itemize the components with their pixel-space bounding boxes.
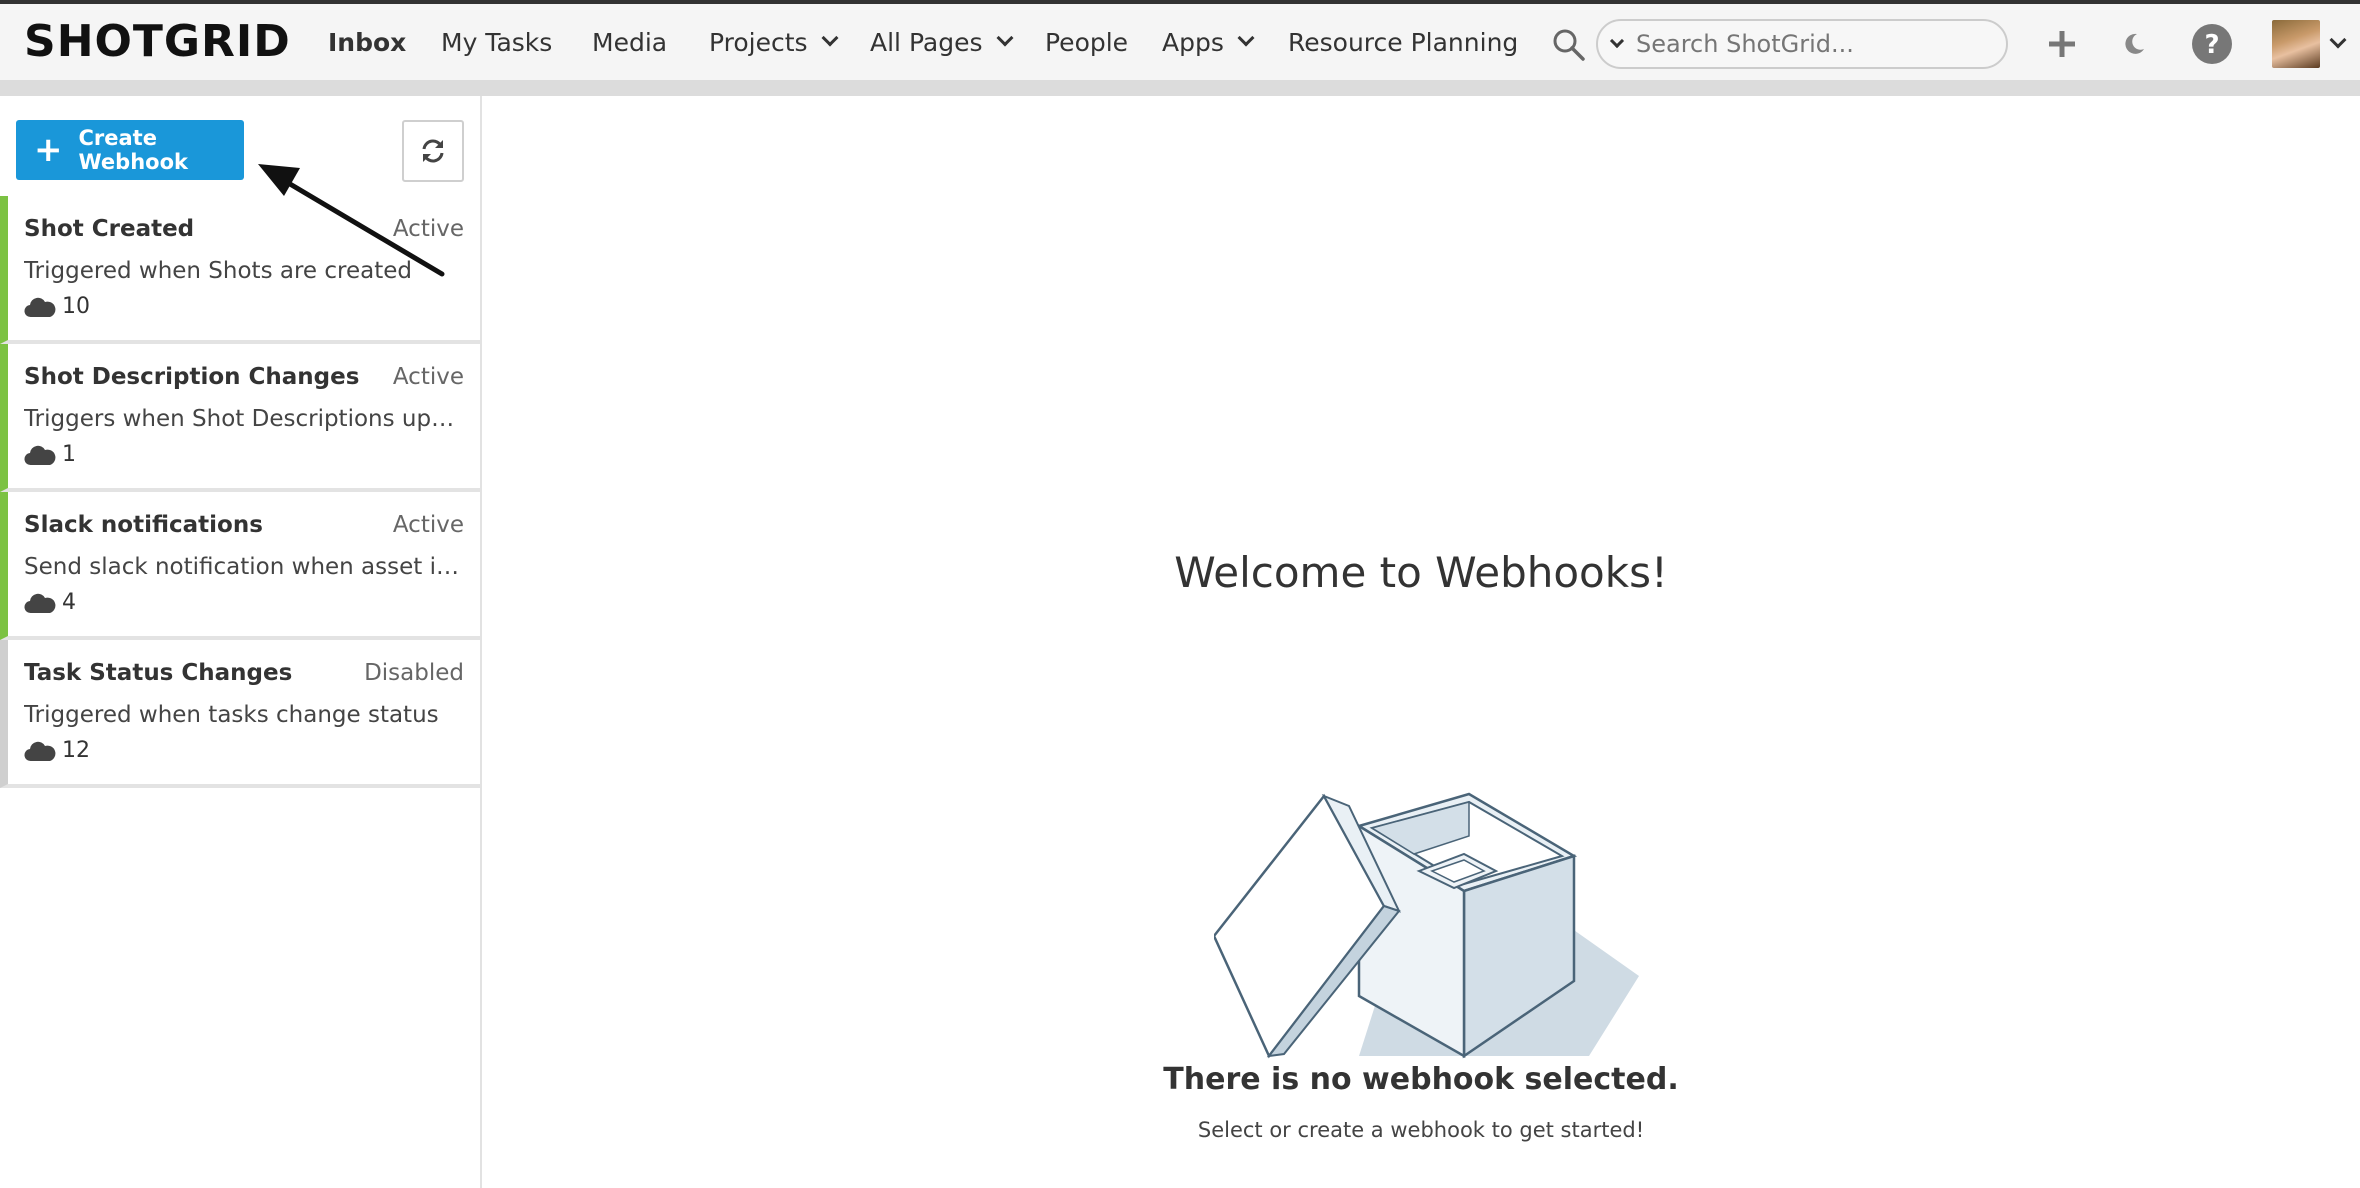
webhook-list-item[interactable]: Shot Description Changes Active Triggers… xyxy=(0,344,480,492)
create-webhook-label: Create Webhook xyxy=(78,126,188,174)
nav-item-label: All Pages xyxy=(870,27,983,57)
webhook-count-row: 1 xyxy=(24,442,76,467)
cloud-icon xyxy=(24,445,56,465)
nav-item-apps[interactable]: Apps xyxy=(1162,4,1255,80)
webhook-description: Send slack notification when asset is cr… xyxy=(24,554,464,580)
webhook-status: Active xyxy=(392,364,464,390)
svg-text:?: ? xyxy=(2204,30,2219,60)
refresh-button[interactable] xyxy=(402,120,464,182)
welcome-title: Welcome to Webhooks! xyxy=(1174,548,1668,597)
chevron-down-icon xyxy=(821,29,839,47)
webhook-count-row: 10 xyxy=(24,294,90,319)
webhook-list-item[interactable]: Slack notifications Active Send slack no… xyxy=(0,492,480,640)
nav-item-media[interactable]: Media xyxy=(592,4,667,80)
cloud-icon xyxy=(24,593,56,613)
chevron-down-icon[interactable] xyxy=(2329,31,2347,49)
nav-item-label: My Tasks xyxy=(441,27,553,57)
plus-icon[interactable] xyxy=(2040,22,2084,66)
nav-item-label: Apps xyxy=(1162,27,1224,57)
nav-item-projects[interactable]: Projects xyxy=(709,4,839,80)
cloud-icon xyxy=(24,297,56,317)
webhook-count: 1 xyxy=(62,442,76,467)
webhook-name: Task Status Changes xyxy=(24,660,293,686)
search-field[interactable] xyxy=(1596,19,2008,69)
nav-item-my-tasks[interactable]: My Tasks xyxy=(441,4,552,80)
webhook-name: Shot Created xyxy=(24,216,195,242)
webhook-list-item[interactable]: Task Status Changes Disabled Triggered w… xyxy=(0,640,480,788)
webhook-count: 10 xyxy=(62,294,90,319)
webhook-count: 12 xyxy=(62,738,90,763)
nav-divider xyxy=(0,80,2360,96)
empty-box-illustration xyxy=(1214,792,1639,1059)
moon-icon[interactable] xyxy=(2112,22,2156,66)
top-navigation: SHOTGRID Inbox My Tasks Media Projects A… xyxy=(0,0,2360,80)
nav-item-label: People xyxy=(1045,27,1129,57)
cloud-icon xyxy=(24,741,56,761)
chevron-down-icon xyxy=(996,29,1013,47)
nav-item-label: Projects xyxy=(709,27,808,57)
nav-item-label: Resource Planning xyxy=(1288,27,1519,57)
shotgrid-logo[interactable]: SHOTGRID xyxy=(24,16,291,67)
nav-item-all-pages[interactable]: All Pages xyxy=(870,4,1013,80)
chevron-down-icon xyxy=(1237,29,1255,47)
webhook-name: Slack notifications xyxy=(24,512,263,538)
webhook-name: Shot Description Changes xyxy=(24,364,360,390)
main-content: Welcome to Webhooks! There is no webhook… xyxy=(482,96,2360,1188)
avatar[interactable] xyxy=(2272,20,2320,68)
create-webhook-button[interactable]: + Create Webhook xyxy=(16,120,244,180)
webhook-description: Triggered when Shots are created xyxy=(24,258,412,284)
empty-state-title: There is no webhook selected. xyxy=(1163,1062,1679,1097)
nav-item-resource-planning[interactable]: Resource Planning xyxy=(1288,4,1518,80)
webhook-list: Shot Created Active Triggered when Shots… xyxy=(0,196,480,788)
nav-item-label: Media xyxy=(592,27,668,57)
help-icon[interactable]: ? xyxy=(2190,22,2234,66)
webhook-description: Triggers when Shot Descriptions updated xyxy=(24,406,464,432)
webhook-count: 4 xyxy=(62,590,76,615)
empty-state-subtitle: Select or create a webhook to get starte… xyxy=(1197,1118,1645,1142)
webhook-status: Active xyxy=(392,216,464,242)
webhook-list-item[interactable]: Shot Created Active Triggered when Shots… xyxy=(0,196,480,344)
nav-item-people[interactable]: People xyxy=(1045,4,1128,80)
webhooks-sidebar: + Create Webhook Shot Created Active Tri… xyxy=(0,96,482,1188)
webhook-description: Triggered when tasks change status xyxy=(24,702,439,728)
chevron-down-icon[interactable] xyxy=(1609,33,1625,49)
search-icon[interactable] xyxy=(1552,28,1586,62)
search-input[interactable] xyxy=(1636,30,1976,58)
nav-item-inbox[interactable]: Inbox xyxy=(328,4,406,80)
refresh-icon xyxy=(422,139,444,163)
webhook-count-row: 12 xyxy=(24,738,90,763)
webhook-status: Active xyxy=(392,512,464,538)
webhook-count-row: 4 xyxy=(24,590,76,615)
nav-item-label: Inbox xyxy=(328,27,407,57)
plus-icon: + xyxy=(34,130,63,170)
webhook-status: Disabled xyxy=(364,660,464,686)
